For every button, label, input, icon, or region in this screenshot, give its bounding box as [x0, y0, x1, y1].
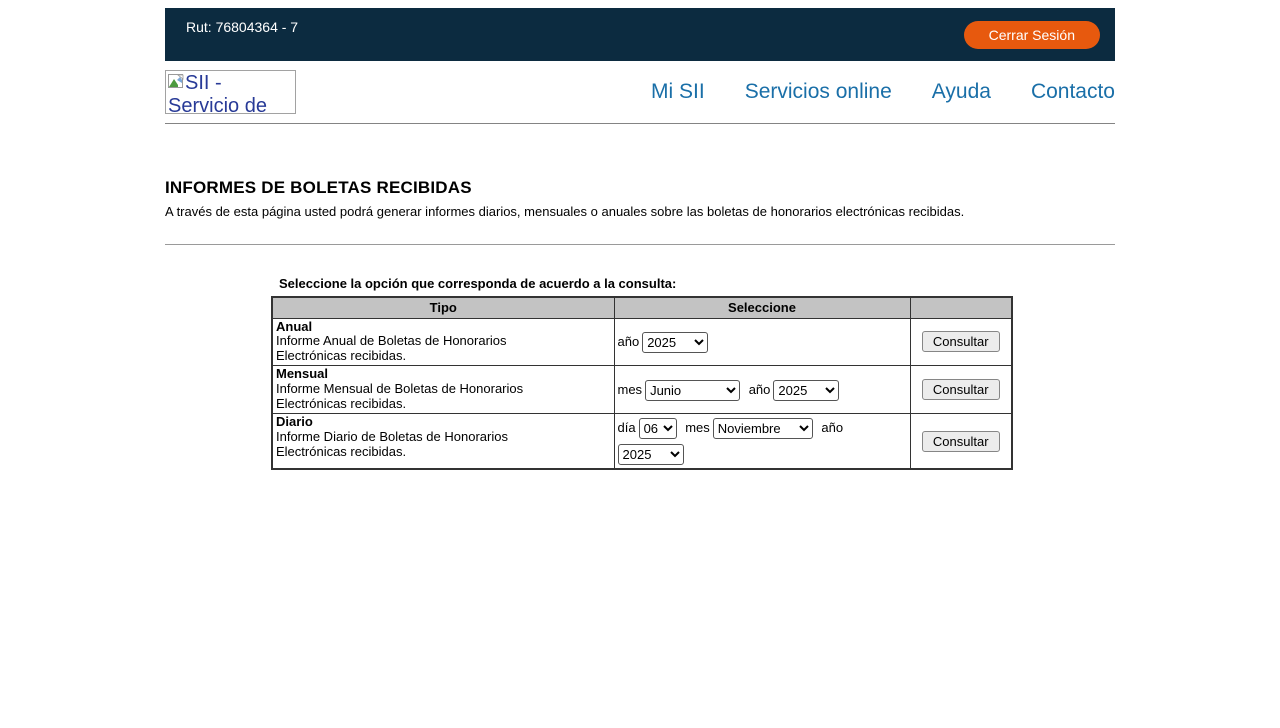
- table-row-anual: Anual Informe Anual de Boletas de Honora…: [272, 318, 1012, 366]
- page-container: Rut: 76804364 - 7 Cerrar Sesión SII - Se…: [165, 8, 1115, 470]
- row-description-anual: Informe Anual de Boletas de Honorarios E…: [276, 334, 568, 364]
- mensual-year-label: año: [749, 382, 771, 397]
- consultar-mensual-button[interactable]: Consultar: [922, 379, 1000, 400]
- mensual-month-label: mes: [618, 382, 643, 397]
- site-header: SII - Servicio de Mi SII Servicios onlin…: [165, 61, 1115, 123]
- consultar-anual-button[interactable]: Consultar: [922, 331, 1000, 352]
- report-options-table: Tipo Seleccione Anual Informe Anual de B…: [271, 296, 1013, 470]
- table-caption: Seleccione la opción que corresponda de …: [271, 276, 1115, 291]
- anual-year-select[interactable]: 2025: [642, 332, 708, 353]
- section-divider: [165, 244, 1115, 245]
- nav-contacto[interactable]: Contacto: [1031, 80, 1115, 104]
- row-title-mensual: Mensual: [276, 367, 611, 382]
- consultar-diario-button[interactable]: Consultar: [922, 431, 1000, 452]
- header-divider: [165, 123, 1115, 124]
- nav-ayuda[interactable]: Ayuda: [932, 80, 991, 104]
- anual-year-label: año: [618, 334, 640, 349]
- table-row-diario: Diario Informe Diario de Boletas de Hono…: [272, 414, 1012, 470]
- row-description-mensual: Informe Mensual de Boletas de Honorarios…: [276, 382, 568, 412]
- table-row-mensual: Mensual Informe Mensual de Boletas de Ho…: [272, 366, 1012, 414]
- mensual-year-select[interactable]: 2025: [773, 380, 839, 401]
- nav-mi-sii[interactable]: Mi SII: [651, 80, 705, 104]
- row-title-anual: Anual: [276, 320, 611, 335]
- diario-day-label: día: [618, 420, 636, 435]
- main-nav: Mi SII Servicios online Ayuda Contacto: [651, 80, 1115, 104]
- row-description-diario: Informe Diario de Boletas de Honorarios …: [276, 430, 568, 460]
- diario-month-select[interactable]: Noviembre: [713, 418, 813, 439]
- column-header-seleccione: Seleccione: [614, 297, 910, 318]
- column-header-tipo: Tipo: [272, 297, 614, 318]
- rut-text: Rut: 76804364 - 7: [165, 8, 298, 61]
- table-header-row: Tipo Seleccione: [272, 297, 1012, 318]
- page-title: INFORMES DE BOLETAS RECIBIDAS: [165, 178, 1115, 198]
- page-description: A través de esta página usted podrá gene…: [165, 204, 1115, 219]
- session-topbar: Rut: 76804364 - 7 Cerrar Sesión: [165, 8, 1115, 61]
- sii-logo-link[interactable]: SII - Servicio de: [165, 70, 296, 114]
- column-header-action: [910, 297, 1012, 318]
- row-title-diario: Diario: [276, 415, 611, 430]
- report-form-section: Seleccione la opción que corresponda de …: [271, 276, 1115, 470]
- broken-image-icon: [168, 74, 184, 89]
- nav-servicios-online[interactable]: Servicios online: [745, 80, 892, 104]
- diario-year-label: año: [821, 420, 843, 435]
- diario-day-select[interactable]: 06: [639, 418, 677, 439]
- diario-month-label: mes: [685, 420, 710, 435]
- diario-year-select[interactable]: 2025: [618, 444, 684, 465]
- mensual-month-select[interactable]: Junio: [645, 380, 740, 401]
- logout-button[interactable]: Cerrar Sesión: [964, 21, 1100, 49]
